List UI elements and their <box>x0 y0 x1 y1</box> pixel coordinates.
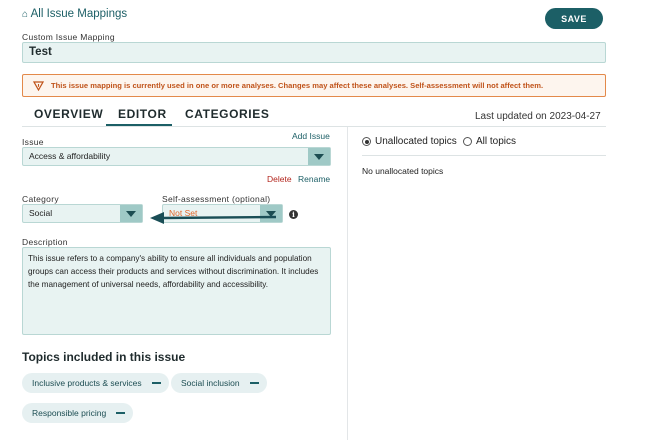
tab-editor[interactable]: EDITOR <box>118 107 167 121</box>
rename-issue-link[interactable]: Rename <box>298 174 330 184</box>
unallocated-topics-radio[interactable]: Unallocated topics <box>362 136 457 147</box>
chevron-down-icon <box>308 148 330 165</box>
tab-overview[interactable]: OVERVIEW <box>34 107 103 121</box>
topic-chip: Responsible pricing <box>22 403 134 423</box>
topic-chip: Social inclusion <box>171 373 267 393</box>
home-icon: ⌂ <box>22 9 29 20</box>
annotation-arrow <box>150 212 277 224</box>
self-assessment-label: Self-assessment (optional) <box>162 194 271 204</box>
topic-chip: Inclusive products & services <box>22 373 169 393</box>
radio-checked-icon <box>362 137 371 146</box>
warning-banner: This issue mapping is currently used in … <box>22 74 606 97</box>
save-button[interactable]: SAVE <box>545 8 603 29</box>
mapping-name-input[interactable]: Test <box>22 42 606 63</box>
description-label: Description <box>22 237 68 247</box>
issue-label: Issue <box>22 137 44 147</box>
info-icon[interactable]: i <box>289 210 298 219</box>
category-select[interactable]: Social <box>22 204 143 223</box>
empty-topics-text: No unallocated topics <box>362 166 444 176</box>
description-textarea[interactable]: This issue refers to a company's ability… <box>22 247 331 335</box>
mapping-name-label: Custom Issue Mapping <box>22 32 115 42</box>
right-panel-divider <box>362 155 606 156</box>
warning-text: This issue mapping is currently used in … <box>51 81 544 90</box>
tab-categories[interactable]: CATEGORIES <box>185 107 269 121</box>
remove-topic-icon[interactable] <box>249 382 259 384</box>
issue-select[interactable]: Access & affordability <box>22 147 331 166</box>
remove-topic-icon[interactable] <box>151 382 161 384</box>
panel-divider <box>347 127 348 440</box>
all-topics-radio[interactable]: All topics <box>463 136 516 147</box>
category-label: Category <box>22 194 59 204</box>
delete-issue-link[interactable]: Delete <box>267 174 292 184</box>
all-issue-mappings-link[interactable]: ⌂ All Issue Mappings <box>22 8 127 20</box>
tabs-divider <box>22 126 606 127</box>
remove-topic-icon[interactable] <box>116 412 126 414</box>
radio-unchecked-icon <box>463 137 472 146</box>
add-issue-link[interactable]: Add Issue <box>292 131 330 141</box>
warning-icon <box>33 80 44 91</box>
chevron-down-icon <box>120 205 142 222</box>
last-updated: Last updated on 2023-04-27 <box>475 111 601 122</box>
topics-heading: Topics included in this issue <box>22 350 186 364</box>
